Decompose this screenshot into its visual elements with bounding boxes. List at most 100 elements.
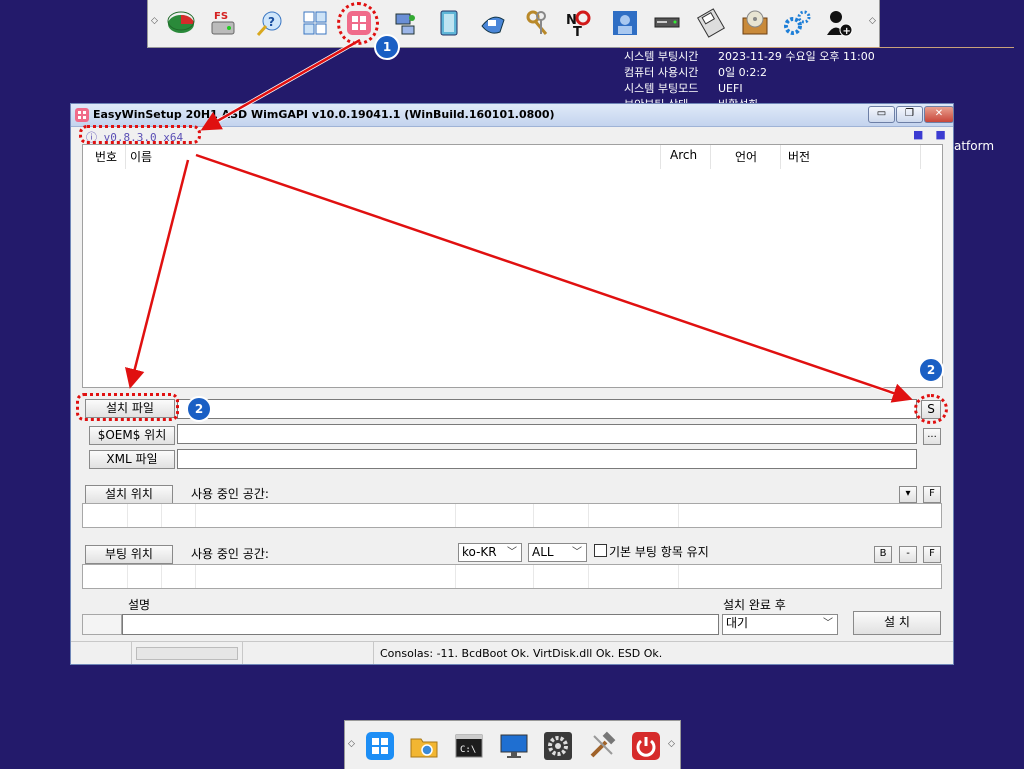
cmd-icon[interactable]: C:\ [451,728,487,764]
grid-app-icon[interactable] [298,6,332,40]
highlight-ring [79,125,201,144]
step-badge-2: 2 [186,396,212,422]
grid-separator [455,565,456,588]
taskbar-grip-right[interactable]: ◇ [668,739,675,749]
taskbar-grip-left[interactable]: ◇ [151,16,158,26]
grid-separator [161,504,162,527]
minimize-button[interactable]: ▭ [868,106,895,123]
progress-bar [136,647,238,660]
power-icon[interactable] [628,728,664,764]
language-select[interactable]: ko-KR ﹀ [458,543,522,562]
column-header-lang[interactable]: 언어 [735,148,757,165]
boot-location-table[interactable] [82,564,942,589]
status-separator [131,642,132,664]
sysinfo-row-uptime: 컴퓨터 사용시간 0일 0:2:2 [624,65,875,81]
image-list-view[interactable]: 번호 이름 Arch 언어 버전 [82,144,943,388]
sysinfo-value: 2023-11-29 수요일 오후 11:00 [718,50,875,63]
column-header-name[interactable]: 이름 [130,148,152,165]
oem-location-button[interactable]: $OEM$ 위치 [89,426,175,445]
grid-separator [195,565,196,588]
cd-box-icon[interactable] [738,6,772,40]
column-separator [660,145,661,169]
after-install-select-value: 대기 [726,616,749,630]
sysinfo-row-boot-time: 시스템 부팅시간 2023-11-29 수요일 오후 11:00 [624,49,875,65]
boot-location-button[interactable]: 부팅 위치 [85,545,173,564]
grid-separator [195,504,196,527]
settings-icon[interactable] [540,728,576,764]
all-select-value: ALL [532,545,554,559]
minus-button[interactable]: - [899,546,917,563]
maximize-button[interactable]: ❐ [896,106,923,123]
all-select[interactable]: ALL ﹀ [528,543,587,562]
column-header-ver[interactable]: 버전 [788,148,810,165]
sysinfo-divider [620,47,1014,48]
partition-icon[interactable] [164,6,198,40]
grid-separator [161,565,162,588]
install-location-button[interactable]: 설치 위치 [85,485,173,504]
chevron-down-icon: ﹀ [507,547,517,558]
status-text: Consolas: -11. BcdBoot Ok. VirtDisk.dll … [380,647,663,660]
after-install-label: 설치 완료 후 [723,598,786,612]
sysinfo-key: 시스템 부팅시간 [624,50,699,63]
install-location-f-button[interactable]: F [923,486,941,503]
sysinfo-key: 시스템 부팅모드 [624,82,699,95]
oem-location-input[interactable] [177,424,917,444]
boot-location-f-button[interactable]: F [923,546,941,563]
browse-oem-button[interactable]: ... [923,428,941,445]
no-tool-icon[interactable]: NT [562,6,596,40]
title-bar[interactable]: EasyWinSetup 20H1 ASD WimGAPI v10.0.1904… [71,104,954,127]
platform-text: atform [954,139,995,153]
step-badge-2: 2 [918,357,944,383]
wizard-icon[interactable]: ? [252,6,286,40]
notebook-icon[interactable] [432,6,466,40]
svg-text:FS: FS [214,11,228,22]
install-location-dropdown-button[interactable]: ▾ [899,486,917,503]
explorer-icon[interactable] [406,728,442,764]
column-header-num[interactable]: 번호 [95,148,117,165]
grid-separator [533,565,534,588]
column-separator [920,145,921,169]
keep-boot-entry-checkbox[interactable] [594,544,607,557]
highlight-ring [914,394,948,424]
xml-file-button[interactable]: XML 파일 [89,450,175,469]
column-header-arch[interactable]: Arch [670,148,697,162]
windows-icon[interactable] [362,728,398,764]
add-user-icon[interactable]: + [822,6,856,40]
svg-text:+: + [843,26,851,37]
keep-boot-entry-label[interactable]: 기본 부팅 항목 유지 [609,543,709,560]
monitor-icon[interactable] [496,728,532,764]
column-separator [780,145,781,169]
svg-text:C:\: C:\ [460,745,476,755]
gears-icon[interactable] [780,6,814,40]
description-field[interactable] [122,614,719,635]
description-index-cell [82,614,122,635]
language-select-value: ko-KR [462,545,497,559]
b-button[interactable]: B [874,546,892,563]
keys-icon[interactable] [520,6,554,40]
sysinfo-key: 컴퓨터 사용시간 [624,66,699,79]
install-location-table[interactable] [82,503,942,528]
xml-file-input[interactable] [177,449,917,469]
tools-icon[interactable] [584,728,620,764]
close-button[interactable]: ✕ [924,106,954,123]
floppy-icon[interactable] [694,6,728,40]
taskbar-grip-right[interactable]: ◇ [869,16,876,26]
sysinfo-row-boot-mode: 시스템 부팅모드 UEFI [624,81,875,97]
fs-drive-icon[interactable]: FS [206,6,240,40]
taskbar-grip-left[interactable]: ◇ [348,739,355,749]
easywinsetup-window: EasyWinSetup 20H1 ASD WimGAPI v10.0.1904… [70,103,954,665]
toolbar-dots[interactable]: ■■ [913,128,958,141]
grid-separator [533,504,534,527]
hardware-icon[interactable] [476,6,510,40]
bottom-taskbar: ◇ C:\ ◇ [344,720,681,769]
users-icon[interactable] [608,6,642,40]
column-separator [710,145,711,169]
drive-bay-icon[interactable] [650,6,684,40]
after-install-select[interactable]: 대기 ﹀ [722,614,838,635]
step-badge-1: 1 [374,34,400,60]
used-space-label: 사용 중인 공간: [191,487,269,501]
install-button[interactable]: 설 치 [853,611,941,635]
install-file-input[interactable] [177,399,917,419]
sysinfo-value: UEFI [718,82,743,95]
top-taskbar: ◇ FS ? NT + ◇ [147,0,880,48]
